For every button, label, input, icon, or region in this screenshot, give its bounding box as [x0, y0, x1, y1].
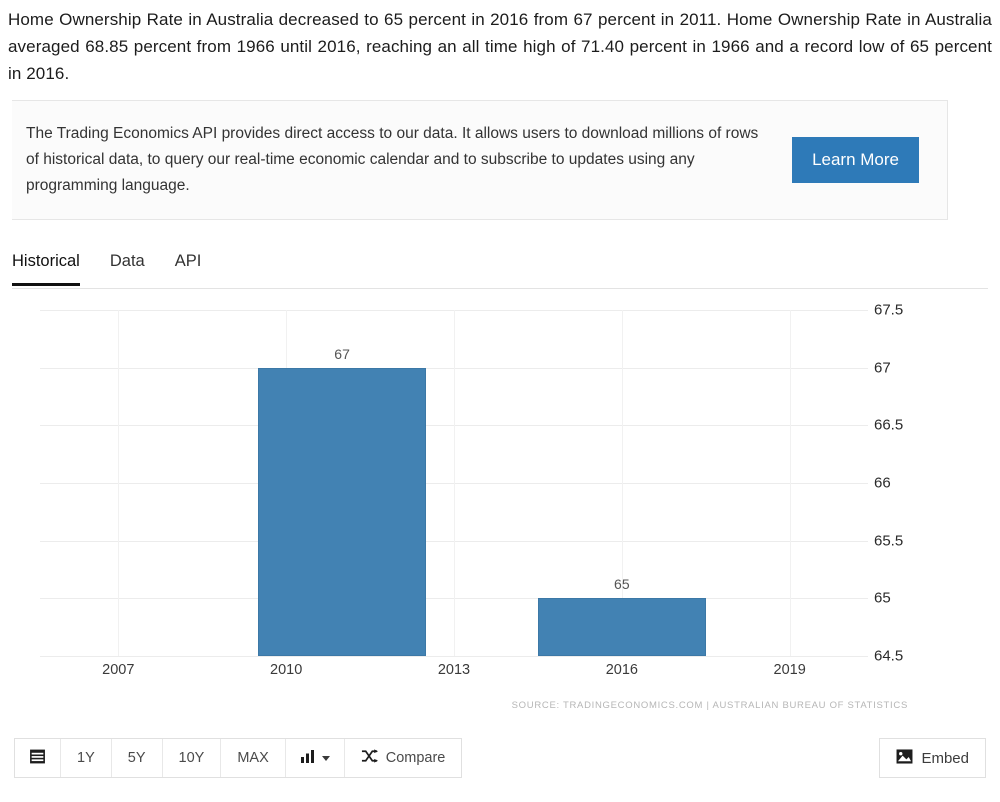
calendar-range-button[interactable]	[15, 739, 61, 777]
y-gridline	[40, 656, 868, 657]
x-axis-tick-label: 2007	[102, 662, 135, 678]
bar-value-label: 65	[614, 576, 630, 593]
chart-source-note: SOURCE: TRADINGECONOMICS.COM | AUSTRALIA…	[511, 700, 908, 711]
intro-paragraph: Home Ownership Rate in Australia decreas…	[8, 10, 992, 83]
y-axis-tick-label: 65	[874, 589, 891, 607]
y-axis-tick-label: 67	[874, 359, 891, 377]
chart-type-dropdown[interactable]	[285, 739, 345, 777]
range-1y-button[interactable]: 1Y	[61, 739, 112, 777]
y-axis-tick-label: 66	[874, 474, 891, 492]
y-axis-tick-label: 67.5	[874, 301, 904, 319]
bar-chart-icon	[300, 749, 316, 767]
x-gridline	[454, 310, 455, 656]
tab-bar: Historical Data API	[12, 242, 988, 289]
chart-plot-area[interactable]: 67 65	[40, 310, 868, 657]
tab-data[interactable]: Data	[110, 242, 145, 286]
x-gridline	[118, 310, 120, 656]
range-10y-button[interactable]: 10Y	[162, 739, 222, 777]
calendar-icon	[29, 748, 46, 769]
y-axis-tick-label: 65.5	[874, 532, 904, 550]
chart-container: 67 65 SOURCE: TRADINGECONOMICS.COM | AUST…	[0, 296, 1000, 726]
range-max-button[interactable]: MAX	[221, 739, 286, 777]
embed-label: Embed	[921, 749, 969, 767]
bar-value-label: 67	[334, 345, 350, 362]
x-axis-tick-label: 2016	[605, 662, 638, 678]
shuffle-icon	[361, 749, 378, 767]
y-axis-tick-label: 66.5	[874, 416, 904, 434]
tab-api[interactable]: API	[175, 242, 202, 286]
page-root: Home Ownership Rate in Australia decreas…	[0, 0, 1000, 802]
chart-toolbar: 1Y 5Y 10Y MAX Compare	[14, 738, 463, 778]
x-axis-tick-label: 2019	[773, 662, 806, 678]
x-axis-tick-label: 2010	[270, 662, 303, 678]
api-promo-text: The Trading Economics API provides direc…	[26, 125, 759, 194]
compare-label: Compare	[385, 750, 446, 766]
range-5y-button[interactable]: 5Y	[111, 739, 163, 777]
chevron-down-icon	[321, 755, 330, 761]
learn-more-button[interactable]: Learn More	[792, 137, 919, 183]
chart-bar[interactable]	[537, 598, 706, 656]
chart-bar[interactable]	[258, 367, 427, 656]
x-gridline	[789, 310, 791, 656]
tab-historical[interactable]: Historical	[12, 242, 80, 286]
image-icon	[896, 748, 913, 768]
api-promo-banner: The Trading Economics API provides direc…	[12, 100, 948, 220]
y-axis-tick-label: 64.5	[874, 647, 904, 665]
embed-button[interactable]: Embed	[879, 738, 986, 778]
x-axis-tick-label: 2013	[437, 662, 471, 678]
compare-button[interactable]: Compare	[344, 739, 462, 777]
